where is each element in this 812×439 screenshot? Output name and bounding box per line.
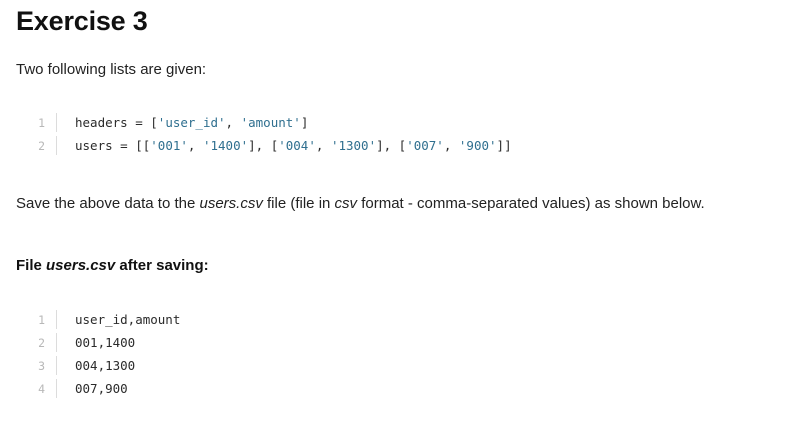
string-token: '900': [458, 138, 497, 153]
line-number: 3: [38, 358, 45, 373]
code-block-csv: 1 user_id,amount 2 001,1400 3 004,1300 4…: [16, 308, 796, 400]
string-token: '004': [278, 138, 316, 153]
code-line: 2 001,1400: [16, 331, 796, 354]
string-token: 'amount': [240, 115, 301, 130]
code-token: ,: [187, 138, 203, 153]
code-text: user_id,amount: [75, 312, 181, 327]
code-token: ], [: [248, 138, 279, 153]
code-token: ]: [300, 115, 309, 130]
code-line: 1 headers = ['user_id', 'amount']: [16, 111, 796, 134]
code-token: ]]: [496, 138, 512, 153]
line-number: 2: [38, 335, 45, 350]
save-instructions: Save the above data to the users.csv fil…: [16, 194, 796, 214]
filename: users.csv: [199, 195, 263, 212]
code-line: 3 004,1300: [16, 354, 796, 377]
string-token: '001': [150, 138, 188, 153]
code-line: 1 user_id,amount: [16, 308, 796, 331]
filename: users.csv: [46, 257, 116, 274]
document: Exercise 3 Two following lists are given…: [16, 0, 796, 400]
code-text: users = [['001', '1400'], ['004', '1300'…: [75, 138, 512, 153]
line-number: 1: [38, 312, 45, 327]
intro-text: Two following lists are given:: [16, 61, 207, 78]
text-run: file (file in: [262, 195, 335, 212]
gutter-divider: [56, 356, 57, 375]
code-text: 007,900: [75, 381, 128, 396]
file-heading: File users.csv after saving:: [16, 256, 796, 276]
code-text: 004,1300: [75, 358, 136, 373]
code-line: 4 007,900: [16, 377, 796, 400]
code-token: ,: [225, 115, 241, 130]
gutter-divider: [56, 310, 57, 329]
code-block-lists: 1 headers = ['user_id', 'amount'] 2 user…: [16, 111, 796, 157]
gutter-divider: [56, 136, 57, 155]
code-token: ,: [443, 138, 459, 153]
code-token: ,: [315, 138, 331, 153]
code-token: headers = [: [75, 115, 158, 130]
code-token: users = [[: [75, 138, 151, 153]
gutter-divider: [56, 379, 57, 398]
format-name: csv: [334, 195, 358, 212]
line-number: 4: [38, 381, 45, 396]
gutter-divider: [56, 333, 57, 352]
code-token: ], [: [376, 138, 407, 153]
string-token: '1300': [330, 138, 377, 153]
text-run: File: [16, 257, 47, 274]
string-token: '007': [406, 138, 444, 153]
text-run: after saving:: [115, 257, 209, 274]
code-line: 2 users = [['001', '1400'], ['004', '130…: [16, 134, 796, 157]
code-text: headers = ['user_id', 'amount']: [75, 115, 308, 130]
text-run: format - comma-separated values) as show…: [357, 195, 705, 212]
line-number: 2: [38, 138, 45, 153]
page-title: Exercise 3: [16, 6, 148, 36]
gutter-divider: [56, 113, 57, 132]
string-token: '1400': [202, 138, 249, 153]
code-text: 001,1400: [75, 335, 136, 350]
text-run: Save the above data to the: [16, 195, 200, 212]
string-token: 'user_id': [157, 115, 226, 130]
line-number: 1: [38, 115, 45, 130]
